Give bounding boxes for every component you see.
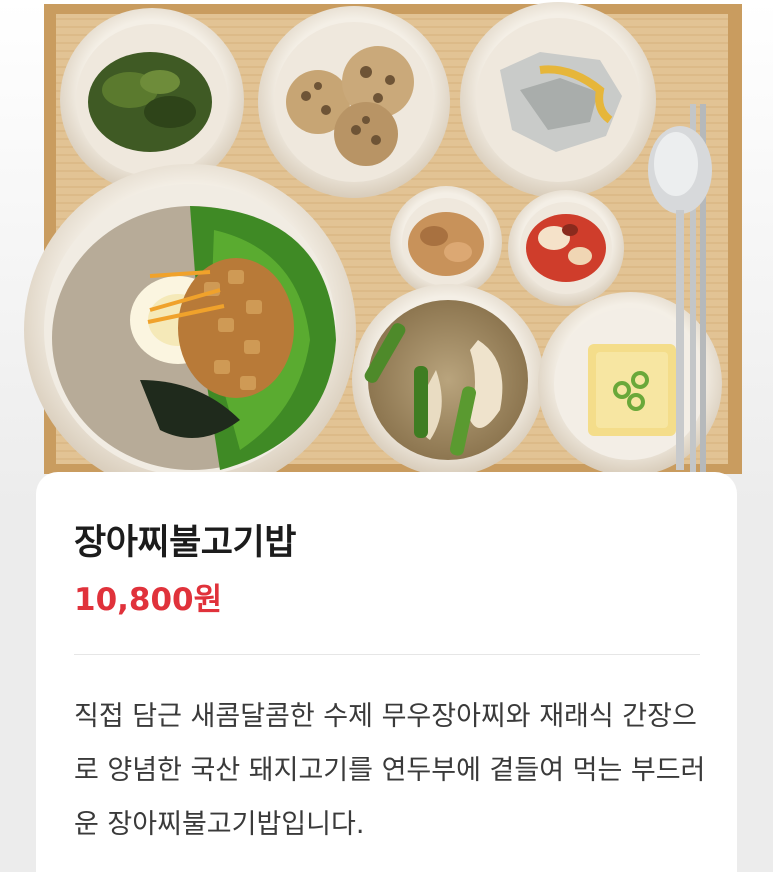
soup-bowl xyxy=(352,284,544,476)
divider xyxy=(74,654,700,655)
main-rice-bowl xyxy=(24,164,356,496)
product-photo xyxy=(0,0,773,510)
side-dish-kimchi xyxy=(508,190,624,306)
product-description: 직접 담근 새콤달콤한 수제 무우장아찌와 재래식 간장으로 양념한 국산 돼지… xyxy=(74,701,706,840)
side-dish-rice-crisps xyxy=(460,2,656,198)
side-dish-greens xyxy=(60,8,244,192)
product-info-card: 장아찌불고기밥 10,800원 직접 담근 새콤달콤한 수제 무우장아찌와 재래… xyxy=(36,472,737,872)
side-dish-anchovy xyxy=(390,186,502,298)
side-dish-lotus-root xyxy=(258,6,450,198)
product-title: 장아찌불고기밥 xyxy=(74,523,296,563)
product-price: 10,800원 xyxy=(74,582,223,618)
